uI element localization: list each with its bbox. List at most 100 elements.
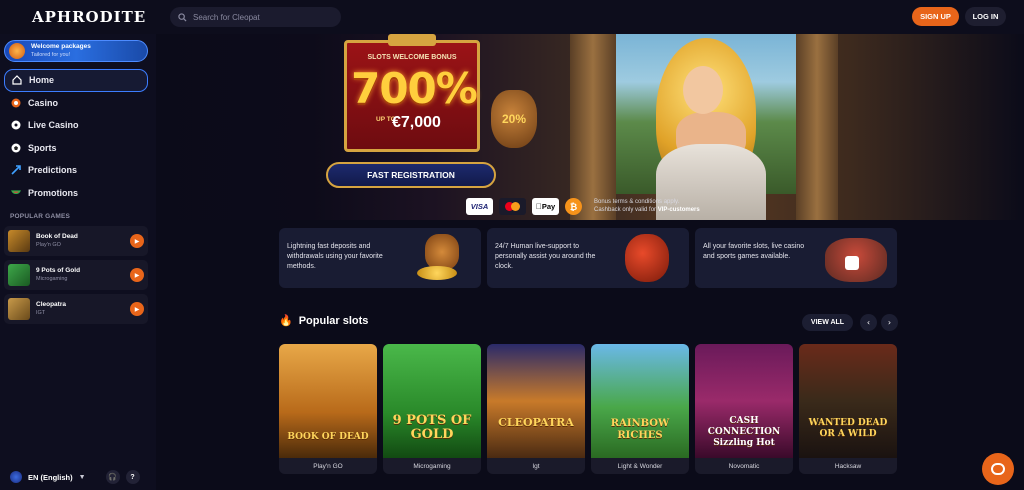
section-title: Popular slots [298,314,369,327]
slot-provider: Hacksaw [834,463,862,470]
list-item[interactable]: Cleopatra IGT ▶ [4,294,148,324]
feature-card-payments: Lightning fast deposits and withdrawals … [279,228,481,288]
game-provider: Microgaming [36,276,68,282]
feature-text: withdrawals using your favorite [287,253,383,260]
sidebar-nav: Home Casino Live Casino Sports Predictio… [4,69,148,204]
feature-text: All your favorite slots, live casino [703,243,805,250]
top-bar: APHRODITE SIGN UP LOG IN [0,0,1024,34]
slot-card-rainbow-riches[interactable]: RAINBOW RICHES Light & Wonder [591,344,689,474]
list-item[interactable]: 9 Pots of Gold Microgaming ▶ [4,260,148,290]
cashback-vase: 20% [491,90,537,148]
watermelon-icon [10,187,21,198]
slot-card-cash-connection[interactable]: CASH CONNECTION Sizzling Hot Novomatic [695,344,793,474]
slot-title: CASH CONNECTION Sizzling Hot [707,416,781,448]
feature-text: clock. [495,263,513,270]
column-left [570,34,616,220]
sidebar-item-live-casino[interactable]: Live Casino [4,114,148,137]
slot-provider: Novomatic [728,463,760,470]
search-box[interactable] [170,7,341,27]
prev-arrow-icon[interactable]: ‹ [860,314,877,331]
slot-card-9-pots-of-gold[interactable]: 9 POTS OF GOLD Microgaming [383,344,481,474]
slot-title: WANTED DEAD OR A WILD [808,418,888,439]
gift-icon [9,43,25,59]
feature-text: personally assist you around the [495,253,596,260]
terms-line: Cashback only valid for [594,207,657,213]
soccer-ball-icon [10,142,21,153]
headset-icon[interactable]: 🎧 [105,470,120,484]
sidebar-item-label: Promotions [28,187,79,198]
sidebar-item-home[interactable]: Home [4,69,148,92]
globe-icon [10,471,22,483]
feature-card-games: All your favorite slots, live casino and… [695,228,897,288]
terms-line: Bonus terms & conditions apply. [594,199,680,205]
sidebar-item-predictions[interactable]: Predictions [4,159,148,182]
slot-card-cleopatra[interactable]: CLEOPATRA Igt [487,344,585,474]
play-icon: ▶ [134,306,140,313]
play-button[interactable]: ▶ [130,234,144,248]
hero-banner: SLOTS WELCOME BONUS 700% UP TO €7,000 20… [156,34,1024,220]
log-in-button[interactable]: LOG IN [965,7,1006,26]
next-arrow-icon[interactable]: › [881,314,898,331]
payment-methods: VISA Pay ₿ [466,198,582,215]
feature-card-support: 24/7 Human live-support to personally as… [487,228,689,288]
sidebar-item-label: Predictions [28,165,78,176]
coin-pot-icon [425,234,459,270]
slot-provider: Play'n GO [313,463,343,470]
game-provider: IGT [36,310,46,316]
sidebar-item-label: Casino [28,97,59,108]
game-title: 9 Pots of Gold [36,267,81,274]
sidebar-item-label: Sports [28,142,57,153]
game-thumbnail [8,298,30,320]
play-icon: ▶ [134,238,140,245]
play-button[interactable]: ▶ [130,302,144,316]
apple-pay-icon: Pay [532,198,559,215]
slot-card-wanted[interactable]: WANTED DEAD OR A WILD Hacksaw [799,344,897,474]
gold-coins-icon [417,266,457,280]
sidebar-item-casino[interactable]: Casino [4,92,148,115]
feature-text: Lightning fast deposits and [287,243,371,250]
sign-up-button[interactable]: SIGN UP [912,7,959,26]
fast-registration-button[interactable]: FAST REGISTRATION [326,162,496,188]
chevron-down-icon[interactable]: ▼ [79,474,86,481]
list-item[interactable]: Book of Dead Play'n GO ▶ [4,226,148,256]
view-all-button[interactable]: VIEW ALL [802,314,853,331]
search-input[interactable] [193,12,333,22]
sidebar-footer: EN (English) ▼ 🎧 ? [4,468,152,486]
language-selector[interactable]: EN (English) [28,473,73,482]
sidebar-item-promotions[interactable]: Promotions [4,182,148,205]
bonus-caption: SLOTS WELCOME BONUS [367,54,457,61]
live-chat-button[interactable] [982,453,1014,485]
goddess-face [683,66,723,114]
game-title: Cleopatra [36,301,66,308]
brand-logo[interactable]: APHRODITE [32,8,146,26]
home-icon [11,75,22,86]
frame-ornament [388,34,436,46]
slot-provider: Igt [532,463,540,470]
search-icon [178,12,187,22]
visa-icon: VISA [466,198,493,215]
bonus-percent: 700% [351,64,478,113]
sidebar-item-sports[interactable]: Sports [4,137,148,160]
game-title: Book of Dead [36,233,78,240]
play-icon: ▶ [134,272,140,279]
slot-title: 9 POTS OF GOLD [392,413,472,442]
dice-icon [845,256,859,270]
promo-title: Welcome packages [31,43,91,50]
welcome-packages-banner[interactable]: Welcome packages Tailored for you! [4,40,148,62]
play-button[interactable]: ▶ [130,268,144,282]
column-right [796,34,838,220]
bitcoin-icon: ₿ [565,198,582,215]
sidebar: Welcome packages Tailored for you! Home … [0,34,156,490]
feature-text: methods. [287,263,316,270]
bonus-terms: Bonus terms & conditions apply. Cashback… [594,198,700,214]
trend-arrow-icon [10,165,21,176]
game-thumbnail [8,264,30,286]
casino-chip-icon [10,97,21,108]
popular-games-list: Book of Dead Play'n GO ▶ 9 Pots of Gold … [4,226,148,328]
game-thumbnail [8,230,30,252]
popular-games-heading: POPULAR GAMES [10,213,71,220]
slot-card-book-of-dead[interactable]: BOOK OF DEAD Play'n GO [279,344,377,474]
game-provider: Play'n GO [36,242,61,248]
bonus-amount: €7,000 [392,114,441,131]
help-icon[interactable]: ? [125,470,140,484]
